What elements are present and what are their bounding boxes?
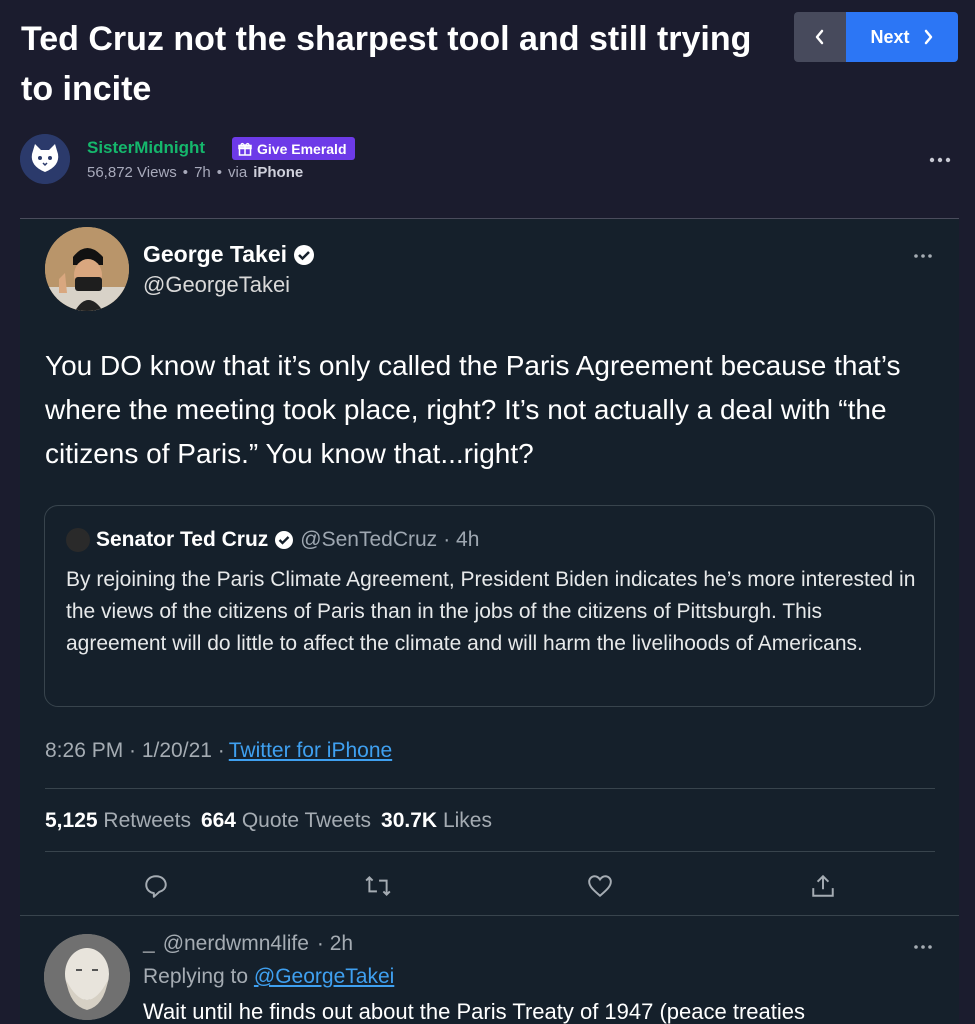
retweet-icon — [363, 871, 393, 901]
via-source: iPhone — [253, 164, 304, 181]
like-heart-icon — [585, 871, 615, 901]
divider — [20, 915, 959, 916]
divider — [45, 851, 935, 852]
tweet-more-icon — [914, 254, 932, 258]
reply-author-handle: @nerdwmn4life — [162, 932, 309, 955]
author-row: SisterMidnight Give Emerald 56,872 Views… — [20, 134, 955, 186]
tweet-author-handle: @GeorgeTakei — [143, 272, 291, 297]
reply-time: · 2h — [316, 932, 354, 955]
via-label: via — [228, 164, 248, 181]
person-avatar-icon — [45, 227, 129, 311]
reply-header: _ @nerdwmn4life · 2h — [143, 932, 353, 956]
reply-text: Wait until he finds out about the Paris … — [143, 999, 806, 1024]
chevron-left-icon — [815, 29, 824, 45]
give-emerald-label: Give Emerald — [257, 140, 347, 157]
replying-to: Replying to @GeorgeTakei — [143, 965, 395, 988]
post-title: Ted Cruz not the sharpest tool and still… — [21, 20, 752, 108]
next-button[interactable]: Next — [846, 12, 958, 62]
give-emerald-button[interactable]: Give Emerald — [232, 137, 355, 160]
quoted-tweet: Senator Ted Cruz @SenTedCruz · 4h By rej… — [44, 505, 935, 707]
bust-avatar-icon — [44, 934, 130, 1020]
tweet-actions — [20, 871, 959, 901]
tweet-source-link: Twitter for iPhone — [228, 739, 393, 762]
replying-to-handle: @GeorgeTakei — [253, 965, 395, 988]
post-navigation: Next — [794, 12, 958, 62]
reply-author-name: _ — [143, 932, 155, 955]
tweet-timestamp: 8:26 PM · 1/20/21 · Twitter for iPhone — [45, 739, 393, 762]
quoted-author-avatar — [66, 528, 90, 552]
chevron-right-icon — [924, 29, 932, 45]
quoted-tweet-time: · 4h — [443, 528, 480, 551]
tweet-author-avatar — [45, 227, 129, 311]
post-meta: 56,872 Views • 7h • via iPhone — [87, 164, 304, 181]
post-time: 7h — [194, 164, 211, 181]
quote-stat: 664 Quote Tweets — [200, 809, 372, 832]
tweet-text: You DO know that it’s only called the Pa… — [45, 350, 901, 469]
reply-author-avatar — [44, 934, 130, 1020]
quoted-author-handle: @SenTedCruz — [300, 528, 438, 551]
gift-icon — [238, 142, 252, 156]
more-options-icon[interactable] — [927, 154, 953, 166]
share-icon — [808, 871, 838, 901]
tweet-screenshot: George Takei @GeorgeTakei You DO know th… — [20, 219, 959, 1024]
divider — [45, 788, 935, 789]
previous-button[interactable] — [794, 12, 846, 62]
like-stat: 30.7K Likes — [381, 809, 492, 832]
verified-badge-icon — [275, 531, 294, 549]
tweet-stats: 5,125 Retweets 664 Quote Tweets 30.7K Li… — [45, 809, 492, 833]
view-count: 56,872 Views — [87, 164, 177, 181]
author-username[interactable]: SisterMidnight — [87, 138, 205, 158]
next-button-label: Next — [870, 26, 910, 47]
retweet-stat: 5,125 Retweets — [45, 809, 191, 832]
cat-avatar-icon — [20, 134, 70, 184]
tweet-author-name: George Takei — [143, 241, 315, 268]
reply-icon — [141, 871, 171, 901]
reply-more-icon — [914, 945, 932, 949]
author-avatar[interactable] — [20, 134, 70, 184]
verified-badge-icon — [294, 244, 315, 265]
quoted-author-name: Senator Ted Cruz — [96, 528, 269, 551]
quoted-tweet-header: Senator Ted Cruz @SenTedCruz · 4h — [66, 528, 479, 552]
quoted-tweet-text: By rejoining the Paris Climate Agreement… — [66, 568, 916, 655]
